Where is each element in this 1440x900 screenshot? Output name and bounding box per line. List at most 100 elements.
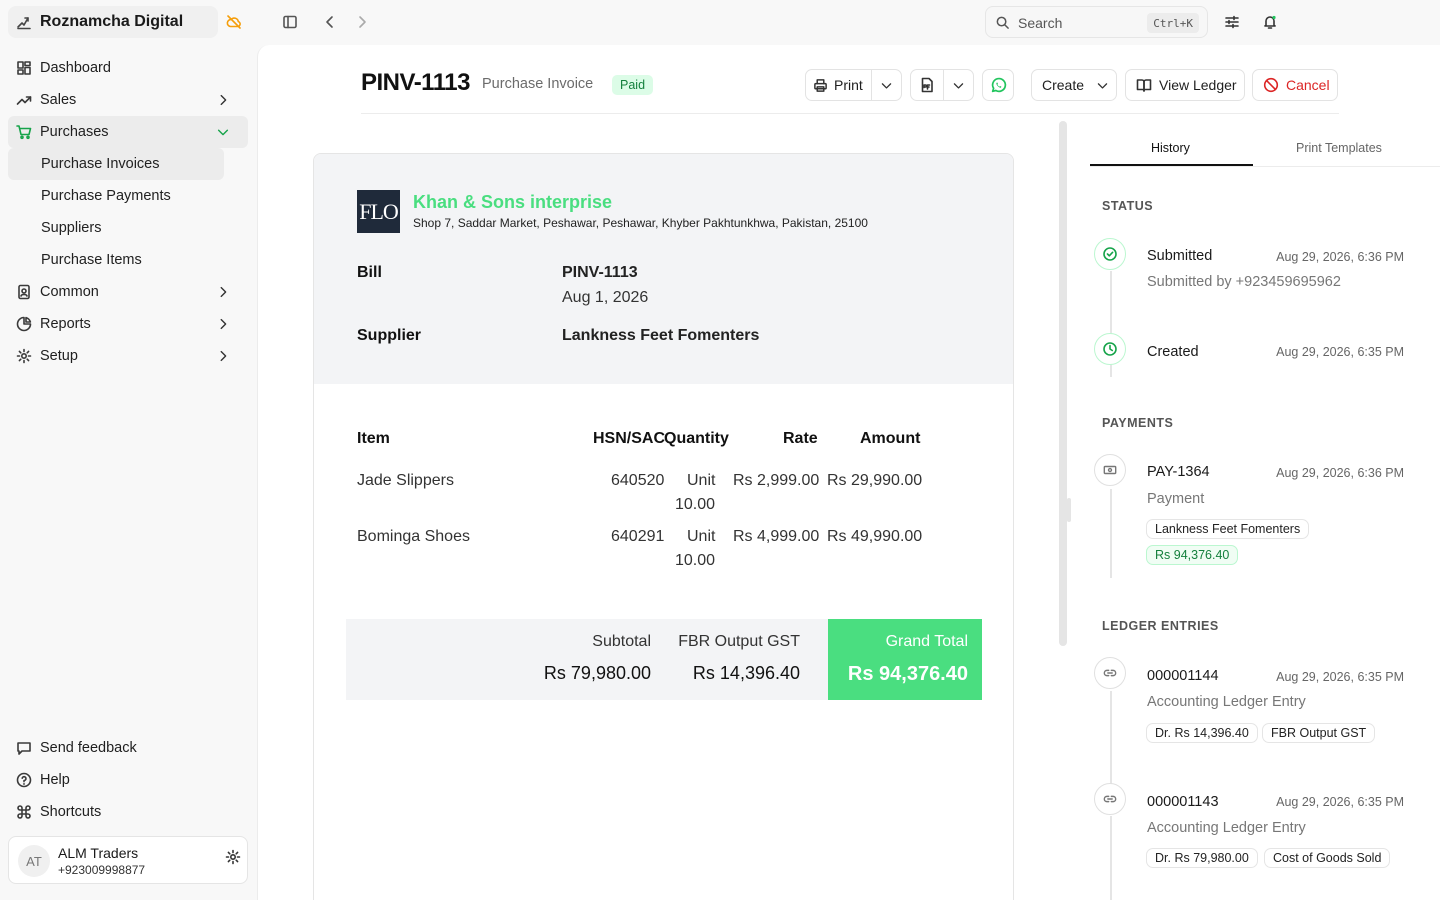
view-ledger-button[interactable]: View Ledger [1125, 69, 1245, 101]
row-unit: Unit [687, 472, 716, 489]
timeline-time: Aug 29, 2026, 6:35 PM [1276, 795, 1404, 809]
tax-value: Rs 14,396.40 [692, 663, 800, 683]
supplier-label: Supplier [357, 327, 422, 344]
create-button[interactable]: Create [1031, 69, 1117, 101]
tab-history[interactable]: History [1151, 141, 1190, 155]
settings-gear-icon[interactable] [225, 849, 241, 865]
row-rate: Rs 2,999.00 [733, 472, 820, 489]
sidebar-item-label: Dashboard [40, 60, 111, 76]
sidebar-item-setup[interactable]: Setup [8, 340, 248, 372]
chevron-down-icon [217, 129, 229, 136]
timeline-title: Created [1147, 344, 1199, 360]
doc-type-label: Purchase Invoice [482, 76, 594, 92]
amount-pill: Rs 94,376.40 [1146, 545, 1239, 565]
sidebar-item-label: Common [40, 284, 99, 300]
timeline-line [1110, 691, 1112, 785]
chevron-down-icon [881, 82, 892, 89]
scrollbar[interactable] [1059, 121, 1067, 646]
print-button[interactable]: Print [806, 70, 871, 100]
user-card[interactable]: AT ALM Traders +923009998877 [8, 836, 248, 884]
invoice-header: FLO Khan & Sons interprise Shop 7, Sadda… [314, 154, 1013, 384]
sidebar-subitem-suppliers[interactable]: Suppliers [8, 212, 248, 244]
side-panel-tabs: History Print Templates [1090, 135, 1440, 167]
payment-id-link[interactable]: PAY-1364 [1147, 464, 1210, 480]
user-phone: +923009998877 [58, 863, 146, 877]
row-hsn: 640291 [611, 528, 665, 545]
section-header-payments: PAYMENTS [1102, 416, 1174, 430]
filter-sliders-icon[interactable] [1224, 14, 1240, 30]
pdf-options-dropdown[interactable] [944, 70, 973, 100]
search-shortcut-badge: Ctrl+K [1147, 13, 1199, 33]
column-header-amount: Amount [860, 430, 921, 447]
amount-pill: Dr. Rs 14,396.40 [1146, 723, 1258, 743]
account-pill: FBR Output GST [1262, 723, 1376, 743]
timeline-time: Aug 29, 2026, 6:36 PM [1276, 466, 1404, 480]
chevron-right-icon [220, 94, 227, 106]
timeline-time: Aug 29, 2026, 6:35 PM [1276, 345, 1404, 359]
notification-bell-icon[interactable] [1262, 14, 1278, 30]
printer-icon [814, 78, 827, 92]
cancel-button[interactable]: Cancel [1252, 69, 1338, 101]
ban-icon [1263, 77, 1279, 93]
cart-icon [16, 125, 32, 140]
forward-arrow-icon[interactable] [354, 14, 370, 30]
create-label: Create [1042, 77, 1085, 93]
view-ledger-label: View Ledger [1159, 77, 1237, 93]
pie-chart-icon [16, 316, 32, 332]
trending-up-icon [16, 96, 32, 105]
sidebar-subitem-purchase-payments[interactable]: Purchase Payments [8, 180, 248, 212]
sidebar-item-common[interactable]: Common [8, 276, 248, 308]
timeline-line [1110, 816, 1112, 900]
row-quantity: 10.00 [675, 552, 716, 569]
sidebar-item-dashboard[interactable]: Dashboard [8, 52, 248, 84]
chevron-right-icon [220, 350, 227, 362]
totals-section: Subtotal Rs 79,980.00 FBR Output GST Rs … [346, 619, 982, 700]
whatsapp-button[interactable] [982, 69, 1014, 101]
ledger-entry-link[interactable]: 000001143 [1147, 794, 1219, 810]
sidebar-item-purchases[interactable]: Purchases [8, 116, 248, 148]
sidebar-subitem-purchase-invoices[interactable]: Purchase Invoices [8, 148, 224, 180]
timeline-subtitle: Submitted by +923459695962 [1147, 274, 1341, 290]
print-options-dropdown[interactable] [872, 70, 901, 100]
cancel-label: Cancel [1286, 77, 1330, 93]
back-arrow-icon[interactable] [322, 14, 338, 30]
whatsapp-icon [991, 77, 1006, 92]
user-name: ALM Traders [58, 845, 139, 861]
grand-total-label: Grand Total [885, 633, 968, 650]
company-address: Shop 7, Saddar Market, Peshawar, Peshawa… [413, 216, 868, 230]
send-feedback-link[interactable]: Send feedback [8, 732, 248, 764]
row-amount: Rs 49,990.00 [827, 528, 923, 545]
timeline-title: Submitted [1147, 248, 1213, 264]
subtotal-label: Subtotal [592, 633, 651, 650]
help-link[interactable]: Help [8, 764, 248, 796]
cloud-off-icon[interactable] [226, 14, 242, 30]
grand-total-box: Grand Total Rs 94,376.40 [828, 619, 982, 700]
pdf-file-icon [921, 77, 933, 93]
ledger-entry-link[interactable]: 000001144 [1147, 668, 1219, 684]
row-unit: Unit [687, 528, 716, 545]
company-name: Khan & Sons interprise [413, 192, 613, 212]
section-header-status: STATUS [1102, 199, 1154, 213]
sidebar-item-sales[interactable]: Sales [8, 84, 248, 116]
row-amount: Rs 29,990.00 [827, 472, 923, 489]
sidebar-toggle-icon[interactable] [282, 14, 298, 30]
sidebar-item-reports[interactable]: Reports [8, 308, 248, 340]
tab-print-templates[interactable]: Print Templates [1296, 141, 1382, 155]
book-open-icon [1136, 79, 1152, 92]
help-circle-icon [16, 772, 32, 788]
print-button-group: Print [805, 69, 902, 101]
row-hsn: 640520 [611, 472, 665, 489]
column-header-quantity: Quantity [664, 430, 729, 447]
party-pill: Lankness Feet Fomenters [1146, 519, 1310, 539]
main-panel: PINV-1113 Purchase Invoice Paid Print Cr… [257, 45, 1440, 900]
app-switcher[interactable]: Roznamcha Digital [8, 6, 218, 38]
shortcuts-link[interactable]: Shortcuts [8, 796, 248, 828]
command-icon [17, 805, 31, 819]
pdf-button[interactable] [911, 70, 943, 100]
sidebar-subitem-purchase-items[interactable]: Purchase Items [8, 244, 248, 276]
panel-resize-handle[interactable] [1067, 498, 1071, 522]
search-input[interactable]: Search Ctrl+K [985, 6, 1208, 38]
timeline-line [1110, 489, 1112, 578]
contact-book-icon [18, 284, 30, 300]
column-header-item: Item [357, 430, 390, 447]
